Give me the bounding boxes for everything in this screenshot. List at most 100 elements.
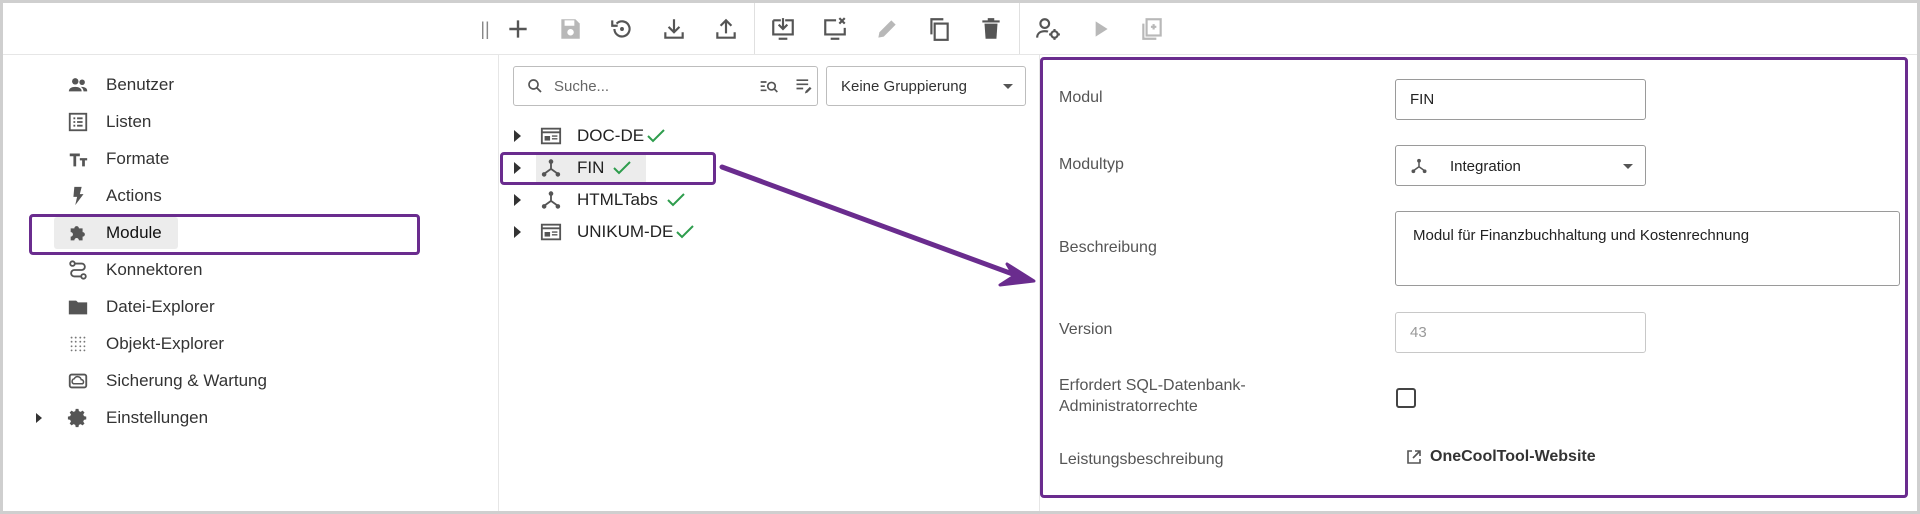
tree-item-doc-de[interactable]: DOC-DE xyxy=(500,121,1040,151)
gear-icon xyxy=(65,405,91,431)
integration-icon xyxy=(1411,158,1427,174)
sidebar-item-label: Sicherung & Wartung xyxy=(106,371,267,390)
sidebar-item-einstellungen[interactable]: Einstellungen xyxy=(3,400,493,436)
sql-admin-label-line2: Administratorrechte xyxy=(1059,398,1198,415)
search-box xyxy=(513,66,818,106)
website-link-label: OneCoolTool-Website xyxy=(1430,448,1596,465)
sidebar-item-label: Benutzer xyxy=(106,75,175,94)
modul-label: Modul xyxy=(1059,89,1103,106)
version-label: Version xyxy=(1059,321,1113,338)
sidebar-item-benutzer[interactable]: Benutzer xyxy=(3,67,493,103)
beschreibung-label: Beschreibung xyxy=(1059,239,1157,256)
filter-search-icon[interactable] xyxy=(758,77,780,97)
website-link[interactable]: OneCoolTool-Website xyxy=(1406,448,1596,466)
delete-icon xyxy=(982,18,1000,39)
sidebar-item-label: Objekt-Explorer xyxy=(106,334,225,353)
modultyp-select[interactable]: Integration xyxy=(1395,145,1646,186)
chevron-down-icon xyxy=(1003,84,1013,89)
download-icon xyxy=(664,19,684,39)
upload-button[interactable] xyxy=(700,3,752,55)
external-link-icon xyxy=(1407,450,1421,464)
delete-button[interactable] xyxy=(965,3,1017,55)
expand-caret-icon[interactable] xyxy=(514,130,521,142)
leistungsbeschreibung-label: Leistungsbeschreibung xyxy=(1059,451,1224,468)
copy-icon xyxy=(930,18,949,41)
toolbar-separator xyxy=(754,3,755,55)
tree-item-label: HTMLTabs xyxy=(577,190,658,209)
upload-icon xyxy=(716,18,736,39)
sidebar-item-label: Datei-Explorer xyxy=(106,297,215,316)
sidebar-item-konnektoren[interactable]: Konnektoren xyxy=(3,252,493,288)
toolbar-separator xyxy=(1019,3,1020,55)
sidebar: Benutzer Listen Formate Actions Module K… xyxy=(3,55,499,511)
bolt-icon xyxy=(65,183,91,209)
add-button[interactable] xyxy=(492,3,544,55)
expand-caret-icon[interactable] xyxy=(514,226,521,238)
tree-item-unikum-de[interactable]: UNIKUM-DE xyxy=(500,217,1040,247)
grouping-label: Keine Gruppierung xyxy=(841,78,967,95)
sidebar-item-label: Konnektoren xyxy=(106,260,203,279)
save-button[interactable] xyxy=(544,3,596,55)
module-list-panel: Keine Gruppierung DOC-DE FIN HTMLTabs UN… xyxy=(500,55,1040,511)
undeploy-icon xyxy=(824,17,846,40)
deploy-icon xyxy=(772,18,794,40)
run-button[interactable] xyxy=(1074,3,1126,55)
modul-field[interactable]: FIN xyxy=(1395,79,1646,120)
edit-icon xyxy=(878,20,896,38)
check-icon xyxy=(667,193,685,207)
modultyp-value: Integration xyxy=(1450,158,1521,175)
beschreibung-field[interactable]: Modul für Finanzbuchhaltung und Kostenre… xyxy=(1395,211,1900,286)
tree-item-label: DOC-DE xyxy=(577,126,645,145)
module-highlight-box xyxy=(29,214,420,255)
module-detail-panel: Modul FIN Modultyp Integration Beschreib… xyxy=(1042,57,1908,497)
paste-icon xyxy=(1142,18,1162,40)
sidebar-item-objekt-explorer[interactable]: Objekt-Explorer xyxy=(3,326,493,362)
window-icon xyxy=(540,127,562,145)
expand-caret-icon[interactable] xyxy=(33,412,45,424)
sidebar-item-label: Einstellungen xyxy=(106,408,209,427)
deploy-button[interactable] xyxy=(757,3,809,55)
expand-caret-icon[interactable] xyxy=(514,194,521,206)
toolbar: || xyxy=(478,3,1917,55)
sidebar-item-label: Actions xyxy=(106,186,162,205)
modultyp-label: Modultyp xyxy=(1059,156,1124,173)
restore-icon xyxy=(611,20,631,38)
tree-item-label: UNIKUM-DE xyxy=(577,222,674,241)
sidebar-item-listen[interactable]: Listen xyxy=(3,104,493,140)
tree-item-htmltabs[interactable]: HTMLTabs xyxy=(500,185,1040,215)
run-icon xyxy=(1095,21,1108,37)
sidebar-item-datei-explorer[interactable]: Datei-Explorer xyxy=(3,289,493,325)
route-icon xyxy=(65,257,91,283)
fin-highlight-box xyxy=(500,152,716,185)
folder-icon xyxy=(65,294,91,320)
users-icon xyxy=(65,72,91,98)
user-settings-button[interactable] xyxy=(1022,3,1074,55)
sidebar-item-sicherung-wartung[interactable]: Sicherung & Wartung xyxy=(3,363,493,399)
sidebar-item-label: Listen xyxy=(106,112,152,131)
toolbar-grip[interactable]: || xyxy=(478,14,492,44)
paste-button[interactable] xyxy=(1126,3,1178,55)
restore-button[interactable] xyxy=(596,3,648,55)
backup-icon xyxy=(65,368,91,394)
sql-admin-checkbox[interactable] xyxy=(1396,388,1416,408)
grouping-select[interactable]: Keine Gruppierung xyxy=(826,66,1026,106)
sql-admin-label-line1: Erfordert SQL-Datenbank- xyxy=(1059,377,1246,394)
sidebar-item-label: Formate xyxy=(106,149,170,168)
sidebar-item-formate[interactable]: Formate xyxy=(3,141,493,177)
integration-icon xyxy=(541,191,561,209)
version-field[interactable]: 43 xyxy=(1395,312,1646,353)
grid-dots-icon xyxy=(65,331,91,357)
text-format-icon xyxy=(65,146,91,172)
undeploy-button[interactable] xyxy=(809,3,861,55)
window-icon xyxy=(540,223,562,241)
sidebar-item-actions[interactable]: Actions xyxy=(3,178,493,214)
search-input[interactable] xyxy=(554,67,734,105)
plus-icon xyxy=(509,20,527,38)
download-button[interactable] xyxy=(648,3,700,55)
copy-button[interactable] xyxy=(913,3,965,55)
search-icon xyxy=(528,79,542,93)
filter-edit-icon[interactable] xyxy=(794,76,814,96)
check-icon xyxy=(647,129,665,143)
check-icon xyxy=(676,225,694,239)
edit-button[interactable] xyxy=(861,3,913,55)
